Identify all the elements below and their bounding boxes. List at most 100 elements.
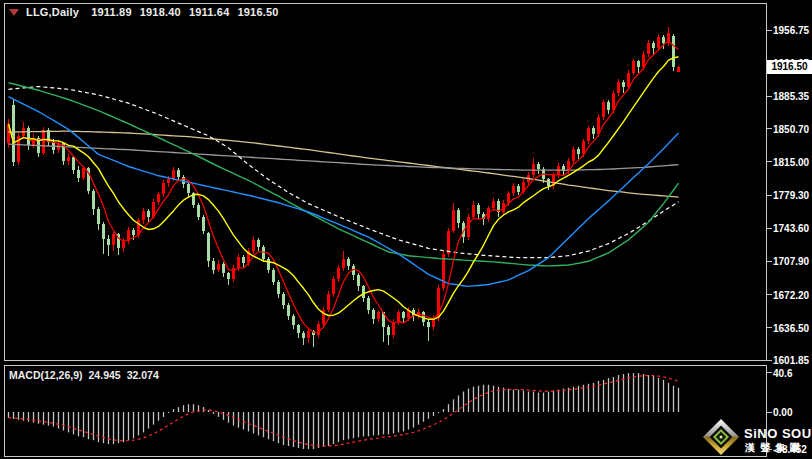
- price-axis-label: 1815.00: [773, 156, 809, 167]
- candle-body: [302, 333, 305, 338]
- candle-body: [257, 240, 260, 247]
- candle-body: [617, 82, 620, 93]
- price-axis-label: 1850.70: [773, 123, 809, 134]
- candle-body: [592, 128, 595, 134]
- candle-body: [377, 312, 380, 319]
- price-axis-label: 1636.50: [773, 322, 809, 333]
- candle-body: [657, 37, 660, 48]
- macd-axis-label: 40.6: [773, 367, 792, 378]
- candle-body: [427, 322, 430, 328]
- candle-body: [572, 149, 575, 161]
- candle-body: [167, 179, 170, 184]
- candle-body: [112, 234, 115, 244]
- candle-body: [97, 209, 100, 224]
- candle-body: [157, 194, 160, 201]
- candle-body: [662, 37, 665, 43]
- candle-body: [132, 230, 135, 236]
- candle-body: [387, 327, 390, 334]
- candle-body: [262, 247, 265, 258]
- candle-body: [677, 67, 680, 71]
- price-axis-label: 1672.20: [773, 289, 809, 300]
- candle-body: [297, 325, 300, 332]
- candle-body: [267, 259, 270, 270]
- candle-body: [12, 105, 15, 162]
- candle-body: [362, 286, 365, 297]
- chart-area[interactable]: [0, 0, 812, 459]
- candle-body: [277, 282, 280, 294]
- trading-chart-window: LLG,Daily1911.891918.401911.641916.50 MA…: [0, 0, 812, 459]
- candle-body: [597, 117, 600, 134]
- candle-body: [187, 184, 190, 193]
- macd-axis-label: -38.452: [773, 444, 807, 455]
- candle-body: [652, 43, 655, 49]
- candle-body: [317, 324, 320, 335]
- candle-body: [142, 211, 145, 220]
- candle-body: [392, 322, 395, 335]
- candle-body: [332, 279, 335, 294]
- candle-body: [227, 273, 230, 279]
- candle-body: [292, 316, 295, 325]
- candle-body: [602, 102, 605, 117]
- candle-body: [452, 210, 455, 230]
- candle-body: [367, 298, 370, 310]
- candle-body: [147, 211, 150, 217]
- macd-axis-label: 0.00: [773, 407, 792, 418]
- candle-body: [402, 312, 405, 318]
- candle-body: [447, 231, 450, 254]
- candle-body: [637, 61, 640, 67]
- candle-body: [42, 130, 45, 152]
- candle-body: [217, 264, 220, 270]
- candle-body: [357, 275, 360, 286]
- candle-body: [372, 310, 375, 319]
- candle-body: [607, 102, 610, 109]
- candle-body: [197, 205, 200, 217]
- candle-body: [517, 186, 520, 192]
- candle-body: [77, 170, 80, 177]
- candle-body: [172, 170, 175, 178]
- candle-body: [207, 233, 210, 261]
- candle-body: [577, 149, 580, 155]
- candle-body: [632, 61, 635, 72]
- candle-body: [307, 331, 310, 338]
- candle-body: [672, 36, 675, 67]
- candle-body: [472, 205, 475, 217]
- candle-body: [107, 239, 110, 245]
- candle-body: [72, 157, 75, 170]
- candle-body: [627, 73, 630, 88]
- candle-body: [512, 186, 515, 193]
- candle-body: [507, 193, 510, 202]
- candle-body: [27, 128, 30, 145]
- candle-body: [537, 164, 540, 170]
- candle-body: [397, 312, 400, 321]
- candle-body: [272, 270, 275, 282]
- candle-body: [457, 210, 460, 223]
- candle-body: [342, 259, 345, 268]
- candle-body: [237, 257, 240, 268]
- candle-body: [337, 268, 340, 279]
- candle-body: [177, 170, 180, 177]
- candle-body: [282, 294, 285, 305]
- candle-body: [252, 240, 255, 251]
- price-axis-label: 1707.90: [773, 256, 809, 267]
- candle-body: [477, 205, 480, 214]
- candle-body: [532, 164, 535, 175]
- candle-body: [92, 191, 95, 210]
- price-axis-label: 1885.35: [773, 91, 809, 102]
- ma-white: [9, 87, 679, 258]
- ma-mid-yellow: [9, 57, 679, 320]
- price-axis-label: 1601.85: [773, 355, 809, 366]
- candle-body: [202, 217, 205, 231]
- candle-body: [492, 201, 495, 208]
- macd-histogram: [9, 373, 679, 449]
- candle-body: [222, 264, 225, 273]
- candle-body: [622, 82, 625, 88]
- price-axis-label: 1743.60: [773, 223, 809, 234]
- candle-body: [287, 305, 290, 316]
- candle-body: [547, 179, 550, 186]
- current-price-marker: 1916.50: [767, 60, 812, 74]
- candle-body: [67, 157, 70, 161]
- candle-body: [327, 294, 330, 310]
- candle-body: [232, 268, 235, 279]
- price-panel-border: [5, 4, 767, 361]
- candle-body: [212, 261, 215, 269]
